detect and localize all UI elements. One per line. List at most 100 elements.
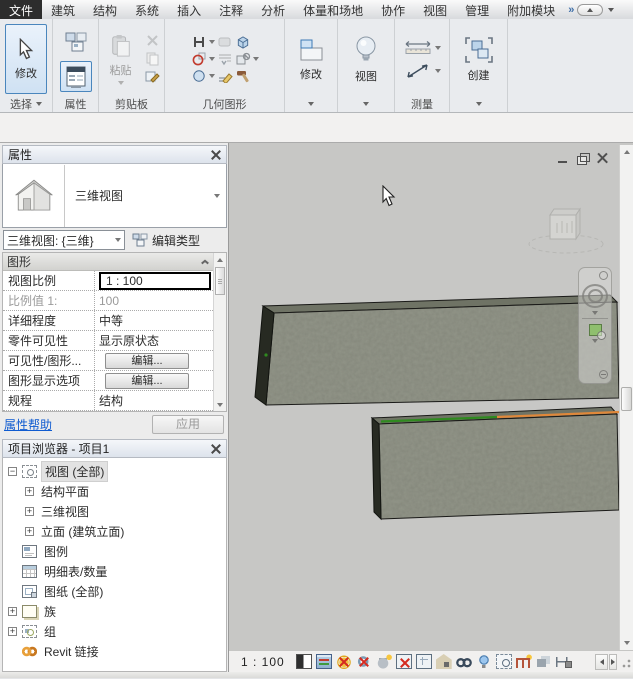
measure-linear-icon[interactable]: [403, 40, 433, 55]
property-value[interactable]: 编辑...: [105, 353, 189, 369]
steering-wheel-icon[interactable]: [582, 284, 608, 308]
crop-view-off-icon[interactable]: [396, 654, 412, 669]
hscroll-right-icon[interactable]: [609, 654, 617, 670]
tab-overflow-icon[interactable]: »: [568, 4, 572, 16]
modify-panel-button[interactable]: 修改: [290, 24, 332, 94]
displacement-sets-icon[interactable]: [536, 654, 552, 669]
view-scale-button[interactable]: 1 : 100: [241, 655, 285, 669]
tab-分析[interactable]: 分析: [252, 0, 294, 19]
analytical-model-icon[interactable]: [516, 654, 532, 669]
tree-item-label[interactable]: 图例: [41, 542, 71, 561]
navbar-collapse-icon[interactable]: [599, 370, 608, 379]
drawing-area[interactable]: 1 : 100: [229, 143, 633, 672]
tree-item[interactable]: 图纸 (全部): [3, 581, 226, 601]
tree-item[interactable]: +族: [3, 601, 226, 621]
panel-measure-label[interactable]: 测量: [395, 96, 449, 112]
zoom-tool-icon[interactable]: [589, 324, 602, 336]
scroll-up-icon[interactable]: [620, 145, 633, 159]
expand-icon[interactable]: +: [8, 627, 17, 636]
tree-item-label[interactable]: 组: [41, 622, 59, 641]
properties-close-icon[interactable]: [211, 150, 221, 160]
panel-view-label[interactable]: [338, 96, 394, 112]
wheel-dropdown-icon[interactable]: [592, 311, 598, 315]
cube-icon[interactable]: [234, 35, 251, 50]
tree-item-label[interactable]: 三维视图: [38, 502, 92, 521]
join-dropdown-icon[interactable]: [208, 74, 215, 78]
scale-icon[interactable]: [296, 654, 312, 669]
copy-icon[interactable]: [144, 52, 161, 67]
apply-coping-icon[interactable]: [216, 35, 233, 50]
expand-icon[interactable]: +: [25, 527, 34, 536]
demolish-box-icon[interactable]: [234, 52, 251, 67]
scroll-down-icon[interactable]: [620, 636, 633, 650]
tab-文件[interactable]: 文件: [0, 0, 42, 19]
tab-系统[interactable]: 系统: [126, 0, 168, 19]
cut-circle-dropdown-icon[interactable]: [208, 57, 215, 61]
tab-插入[interactable]: 插入: [168, 0, 210, 19]
tree-item-label[interactable]: 明细表/数量: [41, 562, 110, 581]
prop-scroll-thumb[interactable]: [215, 267, 225, 295]
unlocked-3d-icon[interactable]: [436, 654, 452, 669]
wall-joins-icon[interactable]: [216, 52, 233, 67]
temporary-view-properties-icon[interactable]: [496, 654, 512, 669]
detail-level-icon[interactable]: [316, 654, 332, 669]
paint-icon[interactable]: [216, 69, 233, 84]
edit-type-button[interactable]: 编辑类型: [129, 230, 203, 250]
tree-item[interactable]: 图例: [3, 541, 226, 561]
tree-item[interactable]: Revit 链接: [3, 641, 226, 661]
tree-item[interactable]: +结构平面: [3, 481, 226, 501]
view-close-icon[interactable]: [596, 153, 609, 164]
browser-header[interactable]: 项目浏览器 - 项目1: [2, 439, 227, 458]
property-value[interactable]: 中等: [99, 312, 123, 329]
tab-注释[interactable]: 注释: [210, 0, 252, 19]
property-value[interactable]: 1 : 100: [99, 272, 211, 290]
properties-scrollbar[interactable]: [213, 253, 226, 411]
beam-2[interactable]: [369, 405, 619, 527]
type-properties-button[interactable]: [60, 26, 92, 57]
sun-path-off-icon[interactable]: [336, 654, 352, 669]
modify-button[interactable]: 修改: [5, 24, 47, 94]
panel-create-label[interactable]: [450, 96, 507, 112]
expand-icon[interactable]: +: [25, 487, 34, 496]
ribbon-minimize-dropdown-icon[interactable]: [608, 8, 614, 12]
properties-palette-button[interactable]: [60, 61, 92, 92]
tab-附加模块[interactable]: 附加模块: [498, 0, 564, 19]
rendering-dialog-icon[interactable]: [376, 654, 392, 669]
shadows-off-icon[interactable]: [356, 654, 372, 669]
demolish-dropdown-icon[interactable]: [252, 57, 259, 61]
scroll-thumb[interactable]: [621, 387, 632, 411]
tree-item-label[interactable]: 图纸 (全部): [41, 582, 106, 601]
tree-item-label[interactable]: 视图 (全部): [41, 461, 108, 482]
type-selector-dropdown-icon[interactable]: [208, 194, 226, 198]
navigation-bar[interactable]: [578, 267, 612, 384]
cut-icon[interactable]: [144, 34, 161, 49]
panel-clipboard-label[interactable]: 剪贴板: [99, 96, 164, 112]
measure-between-dropdown-icon[interactable]: [434, 69, 441, 73]
prop-scroll-up-icon[interactable]: [214, 253, 226, 266]
properties-help-link[interactable]: 属性帮助: [4, 416, 52, 433]
measure-between-refs-icon[interactable]: [403, 63, 433, 78]
join-geometry-icon[interactable]: [190, 69, 207, 84]
demolish-hammer-icon[interactable]: [234, 69, 251, 84]
panel-select-label[interactable]: 选择: [0, 96, 52, 112]
cut-geometry-dropdown-icon[interactable]: [208, 40, 215, 44]
viewcube[interactable]: [529, 209, 603, 253]
ribbon-minimize-button[interactable]: [577, 4, 603, 16]
tree-item-label[interactable]: 立面 (建筑立面): [38, 522, 127, 541]
tab-体量和场地[interactable]: 体量和场地: [294, 0, 372, 19]
create-panel-button[interactable]: 创建: [458, 24, 500, 94]
tree-item-label[interactable]: Revit 链接: [41, 642, 102, 661]
paste-button[interactable]: 粘贴: [103, 24, 139, 94]
cut-geometry-icon[interactable]: [190, 35, 207, 50]
type-selector[interactable]: 三维视图: [2, 164, 227, 228]
crop-region-icon[interactable]: [416, 654, 432, 669]
tab-协作[interactable]: 协作: [372, 0, 414, 19]
reveal-hidden-icon[interactable]: [476, 654, 492, 669]
expand-icon[interactable]: +: [25, 507, 34, 516]
zoom-dropdown-icon[interactable]: [592, 339, 598, 343]
tree-item[interactable]: + 三维视图: [3, 501, 226, 521]
tree-item[interactable]: + 立面 (建筑立面): [3, 521, 226, 541]
properties-header[interactable]: 属性: [2, 145, 227, 164]
tree-item[interactable]: +组: [3, 621, 226, 641]
beam-1[interactable]: [255, 293, 619, 413]
